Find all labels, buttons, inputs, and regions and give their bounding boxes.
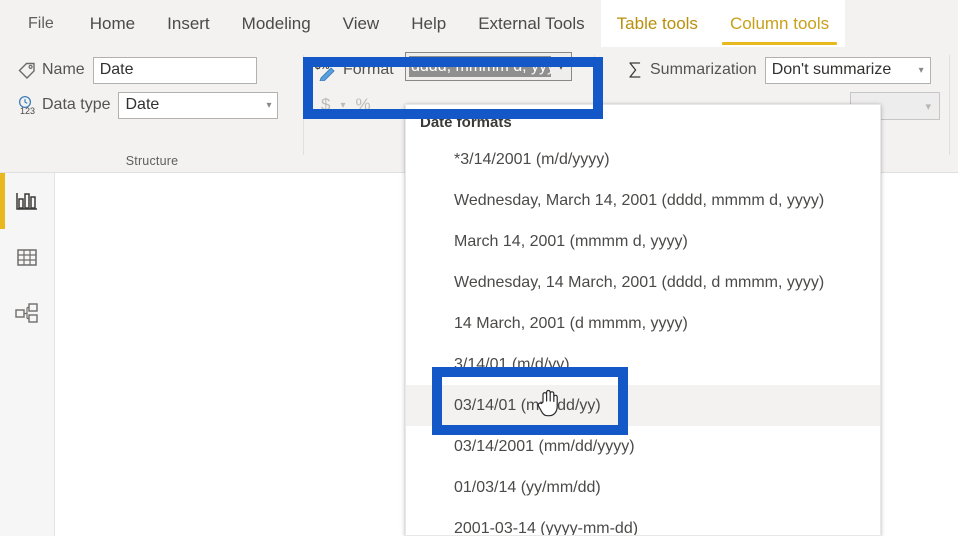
sidebar-item-report-view[interactable]: [0, 173, 54, 229]
data-type-label: Data type: [42, 96, 111, 113]
date-format-option[interactable]: 14 March, 2001 (d mmmm, yyyy): [406, 303, 880, 344]
group-divider: [949, 55, 950, 155]
summarization-dropdown[interactable]: Don't summarize ▾: [764, 56, 931, 84]
sidebar-item-data-view[interactable]: [0, 229, 54, 285]
ribbon-group-structure: Name Date 123 Data type Date ▾ Structure: [0, 47, 304, 171]
tab-modeling[interactable]: Modeling: [226, 0, 327, 47]
chevron-down-icon: ▾: [925, 100, 931, 113]
tab-insert[interactable]: Insert: [151, 0, 226, 47]
sidebar-item-model-view[interactable]: [0, 285, 54, 341]
summarization-label: Summarization: [650, 61, 757, 78]
date-format-option[interactable]: *3/14/2001 (m/d/yyyy): [406, 139, 880, 180]
tab-file[interactable]: File: [0, 0, 74, 47]
format-quick-buttons: $ ▾ %: [321, 95, 371, 115]
data-type-field-row: 123 Data type Date ▾: [12, 90, 279, 120]
summarization-value: Don't summarize: [771, 61, 892, 78]
date-format-option[interactable]: Wednesday, March 14, 2001 (dddd, mmmm d,…: [406, 180, 880, 221]
tab-column-tools[interactable]: Column tools: [713, 0, 846, 47]
data-type-dropdown[interactable]: Date ▾: [118, 91, 279, 119]
clock-123-icon: 123: [12, 93, 42, 117]
date-format-option[interactable]: 3/14/01 (m/d/yy): [406, 344, 880, 385]
name-field-row: Name Date: [12, 55, 257, 85]
structure-group-label: Structure: [125, 154, 179, 168]
tab-home[interactable]: Home: [74, 0, 151, 47]
summarization-field-row: Summarization Don't summarize ▾: [620, 55, 931, 85]
report-view-icon: [15, 190, 39, 212]
tab-help[interactable]: Help: [395, 0, 462, 47]
percent-icon[interactable]: %: [356, 95, 371, 115]
data-type-value: Date: [125, 96, 160, 113]
tab-external-tools[interactable]: External Tools: [462, 0, 600, 47]
format-field-row: $% Format: [313, 55, 402, 85]
view-switcher-sidebar: [0, 173, 55, 536]
date-format-option[interactable]: 03/14/2001 (mm/dd/yyyy): [406, 426, 880, 467]
chevron-down-icon: ▾: [918, 64, 924, 76]
dropdown-section-header: Date formats: [420, 113, 512, 131]
dollar-icon[interactable]: $: [321, 95, 330, 115]
tag-icon: [12, 58, 42, 82]
date-format-option[interactable]: Wednesday, 14 March, 2001 (dddd, d mmmm,…: [406, 262, 880, 303]
date-format-option[interactable]: 01/03/14 (yy/mm/dd): [406, 467, 880, 508]
chevron-down-icon: ▾: [266, 99, 272, 111]
name-input[interactable]: Date: [92, 56, 257, 84]
svg-text:123: 123: [20, 106, 35, 115]
chevron-down-icon[interactable]: ▾: [340, 100, 345, 111]
sigma-icon: [620, 58, 650, 82]
date-format-option-mm-dd-yy[interactable]: 03/14/01 (mm/dd/yy): [406, 385, 880, 426]
currency-percent-pencil-icon: $%: [313, 58, 343, 82]
model-view-icon: [14, 302, 40, 324]
tab-table-tools[interactable]: Table tools: [600, 0, 714, 47]
mouse-cursor-hand-icon: [536, 388, 562, 418]
group-divider: [303, 55, 304, 155]
tab-view[interactable]: View: [327, 0, 396, 47]
data-view-icon: [15, 246, 39, 268]
svg-text:$%: $%: [315, 61, 330, 72]
format-combobox[interactable]: dddd, mmmm d, yyyy ▾: [405, 52, 572, 81]
ribbon-tab-bar: File Home Insert Modeling View Help Exte…: [0, 0, 958, 47]
format-combobox-value: dddd, mmmm d, yyyy: [409, 56, 551, 77]
chevron-down-icon[interactable]: ▾: [551, 60, 571, 73]
date-format-option[interactable]: March 14, 2001 (mmmm d, yyyy): [406, 221, 880, 262]
date-format-option[interactable]: 2001-03-14 (yyyy-mm-dd): [406, 508, 880, 536]
name-label: Name: [42, 61, 85, 78]
format-label: Format: [343, 61, 394, 78]
power-bi-window: File Home Insert Modeling View Help Exte…: [0, 0, 958, 536]
name-input-value: Date: [99, 61, 134, 78]
date-format-dropdown-panel: Date formats *3/14/2001 (m/d/yyyy) Wedne…: [405, 104, 881, 536]
